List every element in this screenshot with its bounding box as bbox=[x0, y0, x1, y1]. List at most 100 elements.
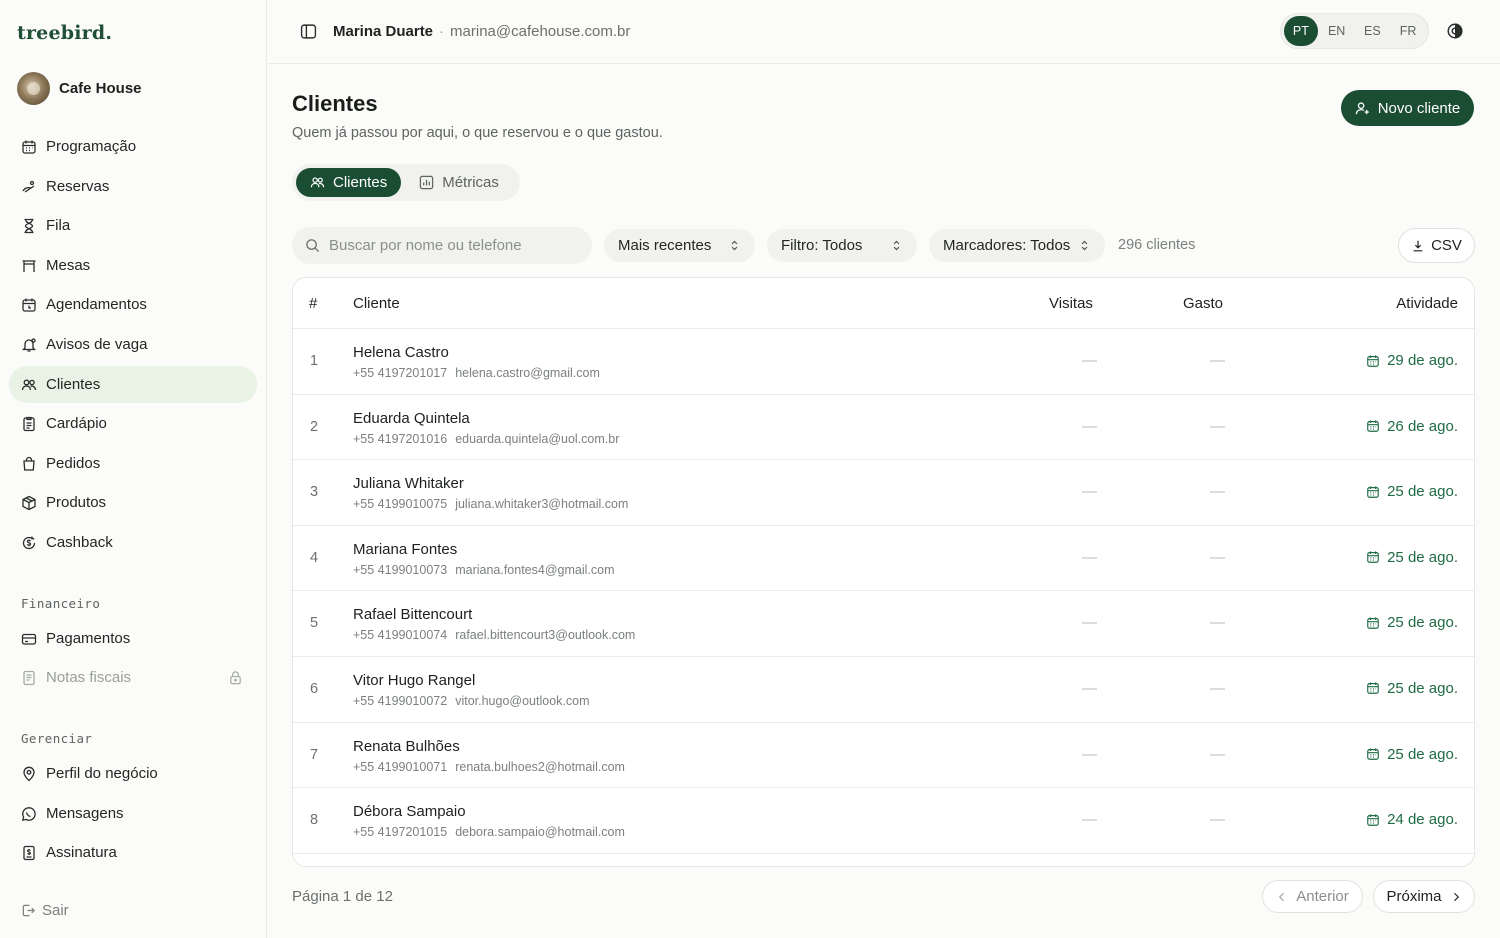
sidebar-item-agendamentos[interactable]: Agendamentos bbox=[9, 286, 257, 323]
client-name[interactable]: Mariana Fontes bbox=[353, 541, 457, 558]
column-header-activity[interactable]: Atividade bbox=[1396, 295, 1458, 312]
sidebar-item-assinatura[interactable]: Assinatura bbox=[9, 834, 257, 871]
language-pt[interactable]: PT bbox=[1284, 16, 1318, 46]
sidebar-toggle-icon[interactable] bbox=[300, 23, 317, 40]
client-name[interactable]: Eduarda Quintela bbox=[353, 410, 470, 427]
business-switcher[interactable]: Cafe House bbox=[17, 72, 142, 105]
client-email: vitor.hugo@outlook.com bbox=[455, 693, 590, 708]
theme-toggle-icon[interactable] bbox=[1446, 22, 1464, 40]
client-name[interactable]: Renata Bulhões bbox=[353, 738, 460, 755]
client-visits: — bbox=[1082, 548, 1097, 566]
tab-clientes[interactable]: Clientes bbox=[296, 168, 402, 197]
client-visits: — bbox=[1082, 679, 1097, 697]
previous-page-button[interactable]: Anterior bbox=[1262, 880, 1363, 913]
sidebar-item-perfil-do-negocio[interactable]: Perfil do negócio bbox=[9, 755, 257, 792]
sidebar-item-avisos-de-vaga[interactable]: Avisos de vaga bbox=[9, 326, 257, 363]
tags-select[interactable]: Marcadores: Todos bbox=[929, 229, 1105, 262]
table-row[interactable]: 1 Helena Castro +55 4197201017 helena.castr… bbox=[293, 329, 1474, 395]
language-en[interactable]: EN bbox=[1320, 16, 1354, 46]
client-email: mariana.fontes4@gmail.com bbox=[455, 562, 615, 577]
tab-metricas[interactable]: Métricas bbox=[405, 168, 513, 197]
calendar-icon bbox=[1367, 617, 1379, 629]
sidebar-item-notas-fiscais[interactable]: Notas fiscais bbox=[9, 659, 257, 696]
export-csv-button[interactable]: CSV bbox=[1398, 228, 1475, 263]
sidebar-item-pedidos[interactable]: Pedidos bbox=[9, 445, 257, 482]
logout-label: Sair bbox=[42, 902, 69, 919]
client-visits: — bbox=[1082, 614, 1097, 632]
sidebar-item-cardapio[interactable]: Cardápio bbox=[9, 405, 257, 442]
lock-icon bbox=[230, 671, 241, 685]
client-name[interactable]: Rafael Bittencourt bbox=[353, 606, 472, 623]
subscription-icon bbox=[23, 845, 35, 860]
logout-button[interactable]: Sair bbox=[21, 902, 69, 919]
tab-label: Clientes bbox=[333, 174, 388, 191]
column-header-visits[interactable]: Visitas bbox=[1049, 295, 1093, 312]
brand-logo[interactable]: treebird. bbox=[17, 22, 112, 44]
language-es[interactable]: ES bbox=[1356, 16, 1390, 46]
table-row[interactable]: 5 Rafael Bittencourt +55 4199010074 rafael.… bbox=[293, 591, 1474, 657]
language-switcher: PT EN ES FR bbox=[1280, 13, 1429, 49]
table-row[interactable]: 2 Eduarda Quintela +55 4197201016 eduarda.q… bbox=[293, 395, 1474, 461]
reservation-icon bbox=[22, 180, 35, 193]
row-number: 5 bbox=[310, 615, 319, 632]
sidebar-item-mesas[interactable]: Mesas bbox=[9, 247, 257, 284]
new-client-button[interactable]: Novo cliente bbox=[1341, 90, 1474, 126]
client-spent: — bbox=[1210, 352, 1225, 369]
sidebar-item-reservas[interactable]: Reservas bbox=[9, 168, 257, 205]
sidebar-item-cashback[interactable]: Cashback bbox=[9, 524, 257, 561]
client-name[interactable]: Vitor Hugo Rangel bbox=[353, 672, 475, 689]
table-row[interactable]: 3 Juliana Whitaker +55 4199010075 juliana.w… bbox=[293, 460, 1474, 526]
table-row[interactable]: 4 Mariana Fontes +55 4199010073 mariana.fon… bbox=[293, 526, 1474, 592]
table-icon bbox=[22, 259, 36, 272]
filter-select[interactable]: Filtro: Todos bbox=[767, 229, 917, 262]
sidebar-item-label: Mensagens bbox=[46, 805, 124, 822]
client-name[interactable]: Juliana Whitaker bbox=[353, 475, 464, 492]
client-visits: — bbox=[1082, 417, 1097, 435]
menu-book-icon bbox=[23, 416, 35, 431]
calendar-icon bbox=[1367, 813, 1379, 826]
users-icon bbox=[21, 379, 37, 390]
language-fr[interactable]: FR bbox=[1391, 16, 1425, 46]
column-header-client[interactable]: Cliente bbox=[353, 295, 400, 312]
client-name[interactable]: Helena Castro bbox=[353, 344, 449, 361]
client-visits: — bbox=[1082, 811, 1097, 829]
bag-icon bbox=[23, 456, 35, 471]
activity-date: 29 de ago. bbox=[1387, 352, 1458, 369]
sidebar-item-clientes[interactable]: Clientes bbox=[9, 366, 257, 403]
table-row[interactable]: 6 Vitor Hugo Rangel +55 4199010072 vitor.hu… bbox=[293, 657, 1474, 723]
sidebar-item-label: Avisos de vaga bbox=[46, 336, 148, 353]
client-email: helena.castro@gmail.com bbox=[455, 366, 600, 380]
activity-date: 25 de ago. bbox=[1387, 614, 1458, 632]
calendar-icon bbox=[1367, 748, 1379, 760]
section-title-financeiro: Financeiro bbox=[21, 596, 101, 611]
activity-date: 24 de ago. bbox=[1387, 811, 1458, 829]
activity-date: 25 de ago. bbox=[1387, 745, 1458, 763]
column-header-spent[interactable]: Gasto bbox=[1183, 295, 1223, 312]
client-phone: +55 4199010075 bbox=[353, 497, 448, 512]
next-page-button[interactable]: Próxima bbox=[1373, 880, 1475, 913]
client-name[interactable]: Débora Sampaio bbox=[353, 803, 466, 820]
user-name: Marina Duarte bbox=[333, 23, 434, 40]
sort-select[interactable]: Mais recentes bbox=[604, 229, 755, 262]
client-activity: 25 de ago. bbox=[1366, 549, 1458, 566]
client-contact: +55 4199010075 juliana.whitaker3@hotmail.… bbox=[353, 497, 628, 511]
search-input[interactable] bbox=[329, 237, 569, 254]
sidebar-item-label: Produtos bbox=[46, 494, 107, 511]
sidebar-item-produtos[interactable]: Produtos bbox=[9, 484, 257, 521]
search-icon bbox=[306, 239, 320, 253]
client-email: juliana.whitaker3@hotmail.com bbox=[455, 497, 629, 512]
client-spent: — bbox=[1210, 614, 1225, 632]
table-row[interactable]: 8 Débora Sampaio +55 4197201015 debora.samp… bbox=[293, 788, 1474, 854]
client-email: eduarda.quintela@uol.com.br bbox=[455, 431, 620, 446]
sidebar-item-label: Fila bbox=[46, 217, 71, 234]
cashback-icon bbox=[22, 536, 36, 549]
sidebar-item-pagamentos[interactable]: Pagamentos bbox=[9, 620, 257, 657]
table-row[interactable]: 7 Renata Bulhões +55 4199010071 renata.bulh… bbox=[293, 723, 1474, 789]
sidebar-item-programacao[interactable]: Programação bbox=[9, 128, 257, 165]
next-label: Próxima bbox=[1386, 888, 1442, 905]
sidebar-item-mensagens[interactable]: Mensagens bbox=[9, 795, 257, 832]
sidebar-item-fila[interactable]: Fila bbox=[9, 207, 257, 244]
row-number: 6 bbox=[310, 680, 319, 697]
column-header-number: # bbox=[309, 295, 318, 312]
activity-date: 26 de ago. bbox=[1387, 417, 1458, 435]
